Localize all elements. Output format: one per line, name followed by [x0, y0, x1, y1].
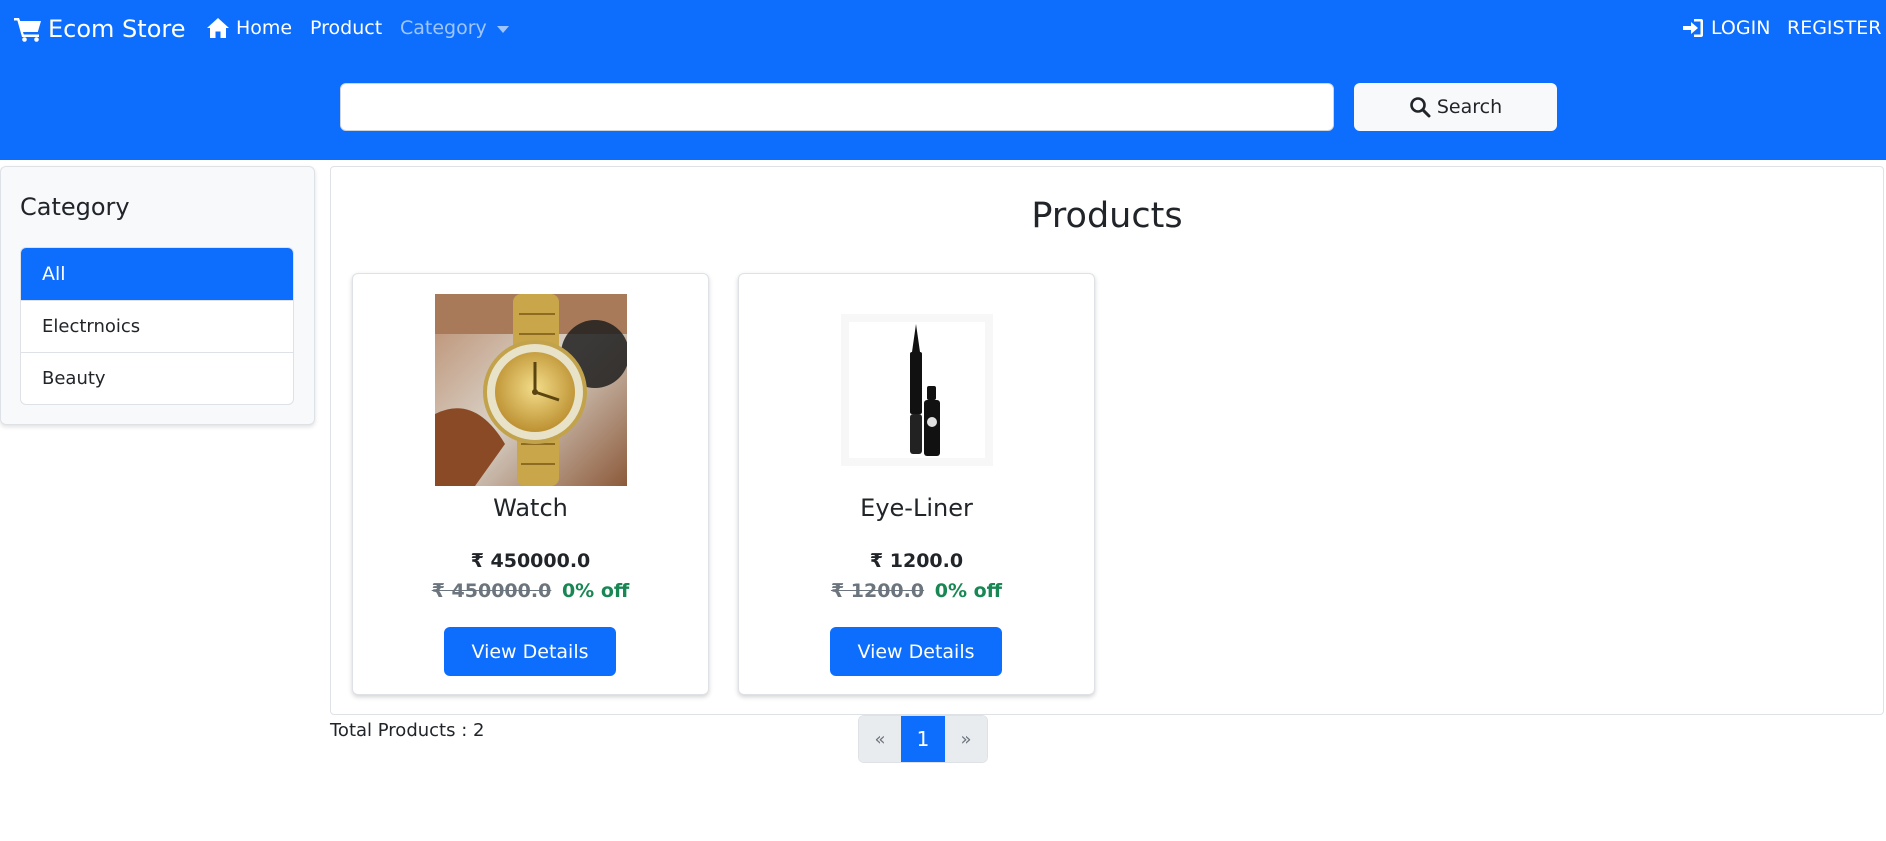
brand-link[interactable]: Ecom Store: [14, 12, 185, 46]
category-item-electronics[interactable]: Electrnoics: [21, 300, 293, 352]
product-price-row: ₹ 1200.0 0% off: [739, 580, 1094, 602]
nav-home-link[interactable]: Home: [206, 14, 292, 42]
product-card: Eye-Liner ₹ 1200.0 ₹ 1200.0 0% off View …: [738, 273, 1095, 695]
products-panel: Products Watch ₹ 450000.0 ₹ 450000.0 0% …: [330, 166, 1884, 715]
product-discount: 0% off: [934, 580, 1003, 602]
brand-text: Ecom Store: [48, 15, 186, 43]
nav-product-link[interactable]: Product: [310, 14, 382, 42]
category-item-label: Beauty: [42, 368, 106, 389]
product-name: Watch: [493, 494, 568, 522]
search-icon: [1410, 97, 1431, 118]
nav-login-link[interactable]: LOGIN: [1681, 14, 1770, 42]
nav-home-label: Home: [236, 17, 293, 39]
category-item-all[interactable]: All: [21, 248, 293, 300]
category-sidebar: Category All Electrnoics Beauty: [0, 166, 315, 425]
top-navbar: Ecom Store Home Product Category LOGIN R…: [0, 0, 1886, 160]
product-price: ₹ 1200.0: [869, 550, 964, 572]
watch-product-image[interactable]: [435, 294, 627, 486]
product-name: Eye-Liner: [860, 494, 973, 522]
nav-register-link[interactable]: REGISTER: [1787, 14, 1881, 42]
total-products-text: Total Products : 2: [330, 720, 485, 741]
sign-in-icon: [1683, 19, 1703, 37]
product-original-price: ₹ 1200.0: [830, 580, 925, 602]
nav-login-label: LOGIN: [1711, 17, 1771, 39]
pagination-prev[interactable]: «: [859, 716, 901, 762]
nav-product-label: Product: [310, 17, 383, 39]
view-details-button[interactable]: View Details: [444, 627, 616, 676]
product-original-price: ₹ 450000.0: [431, 580, 552, 602]
chevron-down-icon: [496, 25, 509, 33]
search-input[interactable]: [340, 83, 1334, 131]
search-button[interactable]: Search: [1354, 83, 1557, 131]
pagination-page-1[interactable]: 1: [901, 716, 945, 762]
view-details-button[interactable]: View Details: [830, 627, 1002, 676]
nav-category-dropdown[interactable]: Category: [400, 14, 509, 42]
category-item-label: Electrnoics: [42, 316, 141, 337]
product-price-row: ₹ 450000.0 0% off: [353, 580, 708, 602]
product-price: ₹ 450000.0: [470, 550, 591, 572]
search-button-label: Search: [1436, 96, 1503, 118]
home-icon: [207, 18, 229, 38]
category-item-label: All: [42, 263, 66, 285]
eyeliner-product-image[interactable]: [821, 294, 1013, 486]
pagination: « 1 »: [858, 715, 988, 763]
sidebar-title: Category: [20, 193, 130, 221]
product-discount: 0% off: [561, 580, 630, 602]
nav-category-label: Category: [400, 17, 487, 39]
nav-register-label: REGISTER: [1787, 17, 1882, 39]
page-title: Products: [1031, 196, 1183, 236]
category-item-beauty[interactable]: Beauty: [21, 352, 293, 404]
category-list: All Electrnoics Beauty: [20, 247, 294, 405]
product-card: Watch ₹ 450000.0 ₹ 450000.0 0% off View …: [352, 273, 709, 695]
pagination-next[interactable]: »: [945, 716, 987, 762]
cart-icon: [14, 18, 41, 42]
